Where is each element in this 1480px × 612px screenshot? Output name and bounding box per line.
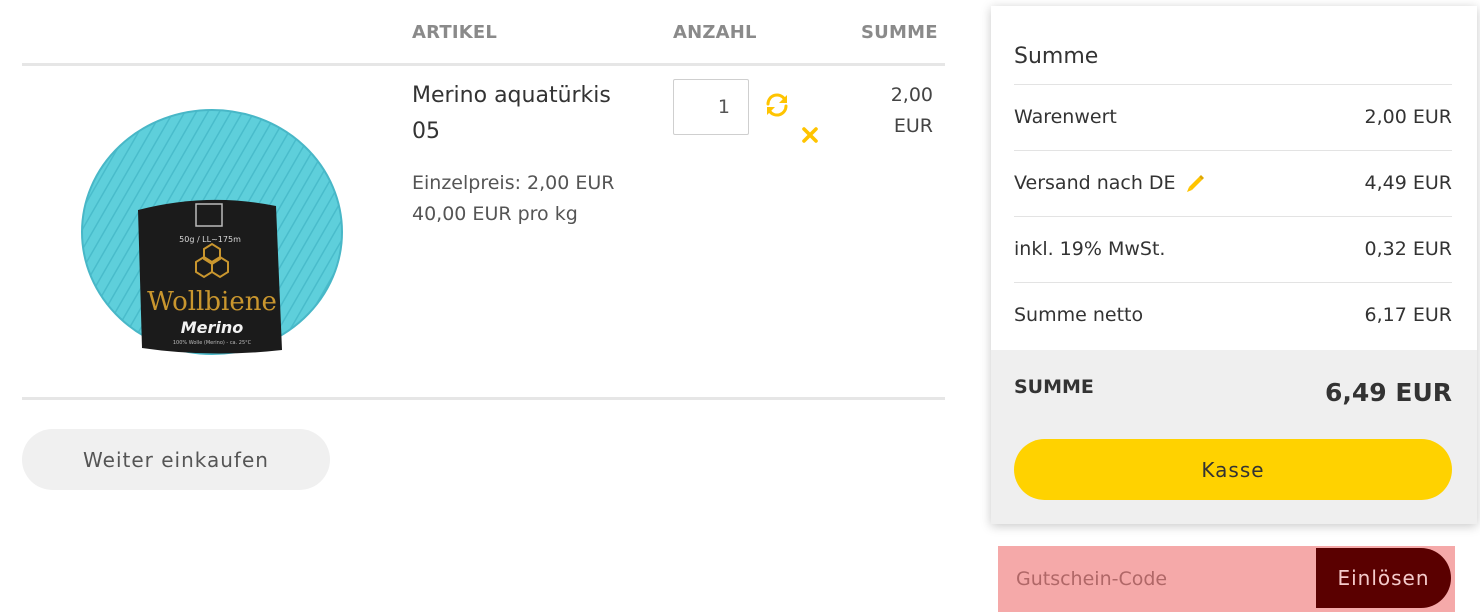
line-total: 2,00 EUR	[850, 80, 933, 142]
summary-row-shipping-label-wrap: Versand nach DE	[1014, 172, 1206, 195]
table-divider-top	[22, 63, 945, 66]
summary-row-shipping: Versand nach DE 4,49 EUR	[1014, 150, 1452, 217]
summary-row-subtotal: Warenwert 2,00 EUR	[1014, 84, 1452, 151]
summary-row-value: 6,17 EUR	[1364, 304, 1452, 326]
column-header-item: ARTIKEL	[412, 22, 498, 43]
summary-row-value: 0,32 EUR	[1364, 238, 1452, 260]
line-total-amount: 2,00	[890, 84, 933, 106]
product-image-product-name: Merino	[181, 318, 244, 337]
summary-total-section: SUMME 6,49 EUR Kasse	[991, 350, 1477, 524]
order-summary: Summe Warenwert 2,00 EUR Versand nach DE…	[991, 6, 1477, 524]
product-image[interactable]: 50g / LL~175m Wollbiene Merino 100% Woll…	[80, 92, 350, 362]
continue-shopping-button[interactable]: Weiter einkaufen	[22, 429, 330, 490]
coupon-form: Einlösen	[998, 546, 1455, 612]
column-header-quantity: ANZAHL	[673, 22, 757, 43]
summary-title: Summe	[1014, 44, 1099, 69]
unit-price: Einzelpreis: 2,00 EUR	[412, 172, 615, 194]
product-image-composition: 100% Wolle (Merino) - ca. 25°C	[173, 340, 252, 346]
summary-row-value: 2,00 EUR	[1364, 106, 1452, 128]
product-title-line1[interactable]: Merino aquatürkis	[412, 83, 611, 108]
product-title[interactable]: Merino aquatürkis 05	[412, 78, 642, 150]
total-label: SUMME	[1014, 376, 1094, 398]
product-title-line2[interactable]: 05	[412, 119, 440, 144]
product-image-brand: Wollbiene	[147, 287, 277, 317]
close-icon[interactable]	[799, 124, 821, 146]
pencil-icon[interactable]	[1184, 173, 1206, 195]
summary-row-label: Summe netto	[1014, 304, 1144, 326]
column-header-total: SUMME	[861, 22, 938, 43]
quantity-input[interactable]	[673, 79, 749, 135]
coupon-code-input[interactable]	[1014, 549, 1328, 609]
summary-row-label: Warenwert	[1014, 106, 1117, 128]
line-total-currency: EUR	[893, 115, 933, 137]
checkout-button[interactable]: Kasse	[1014, 439, 1452, 500]
refresh-icon[interactable]	[764, 92, 790, 118]
product-image-size-label: 50g / LL~175m	[179, 235, 241, 244]
redeem-coupon-button[interactable]: Einlösen	[1316, 548, 1451, 608]
summary-row-label: inkl. 19% MwSt.	[1014, 238, 1166, 260]
price-per-kg: 40,00 EUR pro kg	[412, 203, 578, 225]
summary-row-net: Summe netto 6,17 EUR	[1014, 282, 1452, 349]
summary-row-vat: inkl. 19% MwSt. 0,32 EUR	[1014, 216, 1452, 283]
total-value: 6,49 EUR	[1324, 378, 1452, 407]
summary-row-label: Versand nach DE	[1014, 172, 1176, 194]
table-divider-bottom	[22, 397, 945, 400]
summary-row-value: 4,49 EUR	[1364, 172, 1452, 194]
